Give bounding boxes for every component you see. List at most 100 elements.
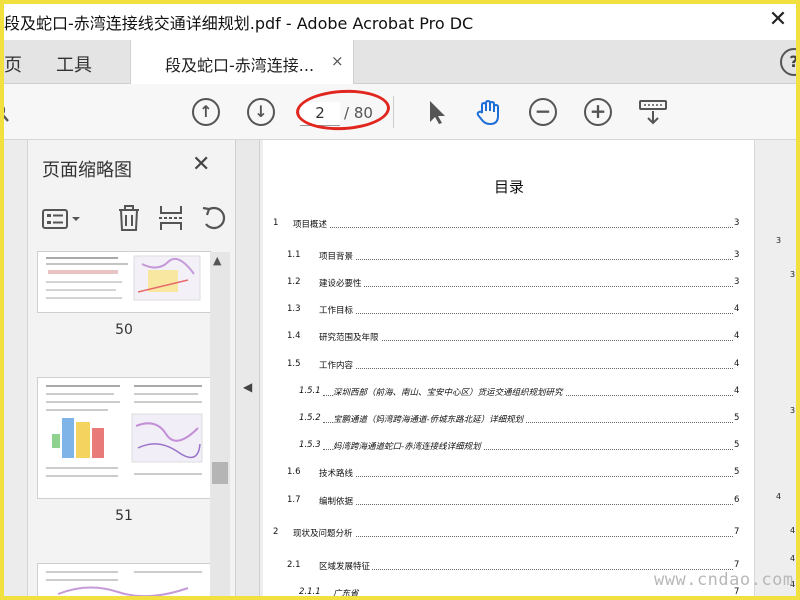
toc-entry[interactable]: 2 现状及问题分析 7 [263, 527, 755, 541]
toc-entry-number: 1.7 [287, 495, 301, 505]
toc-entry-title: 建设必要性 [319, 277, 364, 289]
toc-entry-number: 1.5.2 [299, 413, 321, 423]
toc-entry[interactable]: 1.7 编制依据 6 [263, 495, 755, 509]
toc-entry[interactable]: 1.1 项目背景 3 [263, 250, 755, 264]
adjacent-page-number: 4 [776, 492, 782, 501]
document-view[interactable]: 目录 1 项目概述 3 1.1 项目背景 3 1.2 建设必要性 3 1.3 工… [260, 140, 800, 600]
toc-entry[interactable]: 1.2 建设必要性 3 [263, 277, 755, 291]
toc-entry-page: 6 [733, 495, 740, 505]
panel-collapse-strip[interactable]: ◀ [236, 140, 260, 600]
toc-entry[interactable]: 1.5 工作内容 4 [263, 359, 755, 373]
toc-entry[interactable]: 1.5.1 深圳西部（前海、南山、宝安中心区）货运交通组织规划研究 4 [263, 386, 755, 400]
thumbnails-close-button[interactable]: ✕ [192, 152, 210, 177]
toc-entry-number: 1.1 [287, 250, 301, 260]
toc-entry-title: 广东省 [333, 587, 361, 599]
thumbnail-page-number: 50 [115, 322, 133, 338]
toc-entry-number: 1.3 [287, 304, 301, 314]
toc-leader [323, 313, 733, 314]
thumbnails-toolbar [28, 196, 236, 240]
toc-entry-number: 1 [273, 218, 279, 228]
window-title: 段及蛇口-赤湾连接线交通详细规划.pdf - Adobe Acrobat Pro… [4, 14, 474, 33]
toc-entry-title: 深圳西部（前海、南山、宝安中心区）货运交通组织规划研究 [333, 386, 565, 398]
toc-entry-title: 宝鹏通道（妈湾跨海通道-侨城东路北延）详细规划 [333, 413, 526, 425]
thumbnail-options-icon[interactable] [42, 208, 82, 230]
toc-entry-title: 区域发展特征 [319, 560, 373, 572]
scroll-up-icon[interactable]: ▲ [213, 254, 221, 267]
navigation-strip [0, 140, 28, 600]
rotate-icon[interactable] [200, 204, 230, 232]
toc-entry[interactable]: 1.5.3 妈湾跨海通道蛇口-赤湾连接线详细规划 5 [263, 440, 755, 454]
page-preview-image [46, 385, 203, 477]
toc-entry-page: 5 [733, 440, 740, 450]
previous-page-button[interactable]: ↑ [192, 98, 220, 126]
page-preview-image [46, 571, 202, 598]
scroll-mode-icon[interactable] [638, 98, 668, 126]
toc-entry-page: 4 [733, 386, 740, 396]
window-close-button[interactable]: ✕ [760, 4, 796, 36]
toc-leader [323, 569, 733, 570]
toc-entry-title: 项目概述 [293, 218, 330, 230]
thumbnail-page[interactable] [38, 378, 210, 498]
search-icon[interactable] [0, 102, 14, 124]
toc-entry-title: 项目背景 [319, 250, 356, 262]
thumbnail-page[interactable] [38, 252, 210, 312]
toolbar: ↑ ↓ 2 / 80 − + [0, 84, 800, 140]
toc-entry[interactable]: 1.5.2 宝鹏通道（妈湾跨海通道-侨城东路北延）详细规划 5 [263, 413, 755, 427]
toc-leader [323, 368, 733, 369]
toc-leader [323, 259, 733, 260]
tab-bar: 页 工具 段及蛇口-赤湾连接... × ? [0, 40, 800, 84]
toc-leader [323, 504, 733, 505]
select-cursor-icon[interactable] [424, 98, 452, 126]
toc-entry-number: 2.1 [287, 560, 301, 570]
toc-entry-page: 7 [733, 560, 740, 570]
toc-entry-page: 3 [733, 250, 740, 260]
toc-entry-title: 编制依据 [319, 495, 356, 507]
toc-heading: 目录 [493, 178, 524, 196]
toc-leader [323, 536, 733, 537]
toc-entry-title: 工作目标 [319, 304, 356, 316]
toc-entry[interactable]: 1.6 技术路线 5 [263, 467, 755, 481]
extract-pages-icon[interactable] [158, 204, 184, 232]
toc-entry-title: 工作内容 [319, 359, 356, 371]
zoom-in-button[interactable]: + [584, 98, 612, 126]
title-bar: 段及蛇口-赤湾连接线交通详细规划.pdf - Adobe Acrobat Pro… [0, 0, 800, 40]
zoom-out-button[interactable]: − [529, 98, 557, 126]
page-preview-image [46, 255, 201, 301]
toc-entry-page: 4 [733, 359, 740, 369]
help-button[interactable]: ? [780, 48, 800, 76]
thumbnail-page-number: 51 [115, 508, 133, 524]
adjacent-page-number: 3 [776, 236, 782, 245]
toc-entry[interactable]: 1.3 工作目标 4 [263, 304, 755, 318]
toc-entry[interactable]: 1 项目概述 3 [263, 218, 755, 232]
toc-entry-number: 1.2 [287, 277, 301, 287]
toc-entry-page: 5 [733, 467, 740, 477]
adjacent-page-number: 3. [790, 270, 798, 279]
scrollbar-thumb[interactable] [212, 462, 228, 484]
adjacent-page-number: 3. [790, 406, 798, 415]
toc-entry-page: 3 [733, 277, 740, 287]
toc-leader [323, 596, 733, 597]
tab-home[interactable]: 页 [4, 51, 22, 77]
hand-tool-icon[interactable] [474, 98, 502, 126]
thumbnails-scrollbar[interactable]: ▲ [210, 252, 230, 600]
trash-icon[interactable] [116, 204, 142, 232]
active-panel-indicator [0, 166, 4, 186]
thumbnail-page[interactable] [38, 564, 210, 600]
tab-close-button[interactable]: × [331, 52, 344, 70]
next-page-button[interactable]: ↓ [247, 98, 275, 126]
toolbar-divider [393, 96, 394, 128]
toc-entry-number: 1.4 [287, 331, 301, 341]
toc-leader [323, 227, 733, 228]
toc-entry-title: 现状及问题分析 [293, 527, 355, 539]
toc-leader [323, 286, 733, 287]
toc-entry-page: 5 [733, 413, 740, 423]
toc-entry[interactable]: 1.4 研究范围及年限 4 [263, 331, 755, 345]
collapse-arrow-icon[interactable]: ◀ [243, 380, 252, 394]
tab-tools[interactable]: 工具 [56, 51, 92, 77]
toc-entry-page: 4 [733, 304, 740, 314]
tab-document[interactable]: 段及蛇口-赤湾连接... × [130, 40, 354, 84]
watermark: www.cndao.com [654, 570, 794, 590]
toc-entry-page: 7 [733, 587, 740, 597]
highlight-annotation [295, 87, 391, 133]
adjacent-page-number: 4. [790, 526, 798, 535]
